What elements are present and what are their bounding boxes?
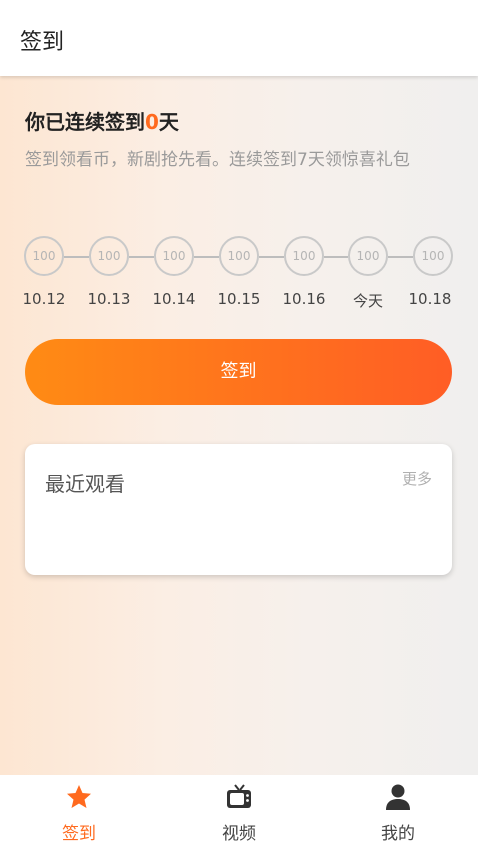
tab-label: 签到 <box>62 824 96 844</box>
day-label-today: 今天 <box>352 292 383 310</box>
day-coin: 100 <box>154 236 194 276</box>
day-coin: 100 <box>413 236 453 276</box>
main-content: 你已连续签到0天 签到领看币，新剧抢先看。连续签到7天领惊喜礼包 100 100… <box>0 76 478 775</box>
recently-watched-title: 最近观看 <box>45 472 125 496</box>
day-label: 10.15 <box>217 290 261 308</box>
day-label: 10.12 <box>22 290 66 308</box>
day-label: 10.16 <box>282 290 326 308</box>
streak-count: 0 <box>145 110 159 134</box>
day-coin: 100 <box>284 236 324 276</box>
day-connector <box>259 256 284 258</box>
tab-label: 视频 <box>222 824 256 844</box>
streak-suffix: 天 <box>158 110 179 134</box>
recently-watched-card: 最近观看 更多 <box>25 444 452 575</box>
tab-profile[interactable]: 我的 <box>353 775 443 850</box>
sign-in-calendar: 100 100 100 100 100 100 100 10.12 10.13 … <box>23 236 454 316</box>
day-label: 10.14 <box>152 290 196 308</box>
day-coin: 100 <box>24 236 64 276</box>
day-connector <box>388 256 413 258</box>
bottom-tab-bar: 签到 视频 我的 <box>0 775 478 850</box>
sign-in-button[interactable]: 签到 <box>25 339 452 405</box>
day-label: 10.18 <box>408 290 452 308</box>
header: 签到 <box>0 0 478 76</box>
tab-label: 我的 <box>381 824 415 844</box>
page-title: 签到 <box>20 30 65 55</box>
day-coin: 100 <box>348 236 388 276</box>
sign-in-description: 签到领看币，新剧抢先看。连续签到7天领惊喜礼包 <box>25 150 410 170</box>
day-coin: 100 <box>219 236 259 276</box>
day-connector <box>324 256 348 258</box>
tab-sign-in[interactable]: 签到 <box>34 775 124 850</box>
tab-video[interactable]: 视频 <box>194 775 284 850</box>
day-label: 10.13 <box>87 290 131 308</box>
tv-icon <box>227 784 251 808</box>
day-connector <box>129 256 154 258</box>
user-icon <box>386 784 410 810</box>
more-link[interactable]: 更多 <box>402 468 432 489</box>
day-coin: 100 <box>89 236 129 276</box>
streak-prefix: 你已连续签到 <box>25 110 145 134</box>
star-icon <box>67 785 91 808</box>
streak-heading: 你已连续签到0天 <box>25 106 179 135</box>
day-connector <box>64 256 89 258</box>
day-connector <box>194 256 219 258</box>
